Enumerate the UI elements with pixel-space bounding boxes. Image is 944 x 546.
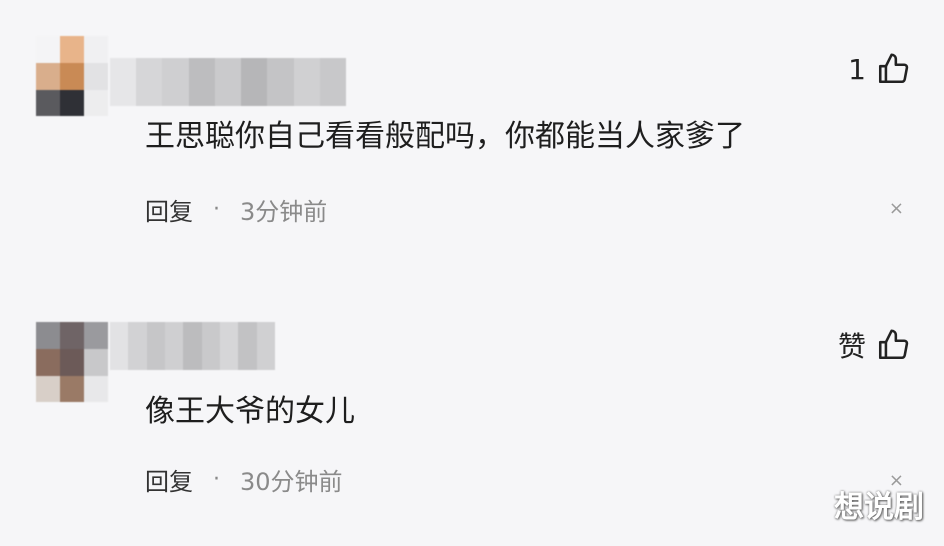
- timestamp: 30分钟前: [240, 468, 343, 496]
- comment-item: 1 王思聪你自己看看般配吗，你都能当人家爹了 回复 · 3分钟前 ×: [0, 0, 944, 270]
- avatar[interactable]: [36, 322, 108, 402]
- like-button[interactable]: 赞: [838, 325, 910, 365]
- comment-text: 像王大爷的女儿: [145, 394, 355, 429]
- like-count: 1: [848, 52, 866, 86]
- username-blurred[interactable]: [110, 58, 346, 106]
- separator-dot: ·: [213, 467, 220, 492]
- comment-text: 王思聪你自己看看般配吗，你都能当人家爹了: [145, 119, 745, 154]
- like-button[interactable]: 1: [848, 52, 910, 86]
- timestamp: 3分钟前: [240, 198, 328, 226]
- thumbs-up-icon: [878, 329, 909, 360]
- comment-meta: 回复 · 30分钟前: [145, 462, 343, 497]
- thumbs-up-icon: [878, 53, 909, 84]
- avatar[interactable]: [36, 36, 108, 116]
- close-icon[interactable]: ×: [889, 198, 904, 219]
- separator-dot: ·: [213, 197, 220, 222]
- watermark: 想说剧: [834, 490, 924, 525]
- username-blurred[interactable]: [110, 322, 275, 370]
- reply-button[interactable]: 回复: [145, 192, 193, 227]
- like-label: 赞: [837, 330, 866, 363]
- comment-item: 赞 像王大爷的女儿 回复 · 30分钟前 ×: [0, 300, 944, 546]
- comment-meta: 回复 · 3分钟前: [145, 192, 327, 227]
- reply-button[interactable]: 回复: [145, 462, 193, 497]
